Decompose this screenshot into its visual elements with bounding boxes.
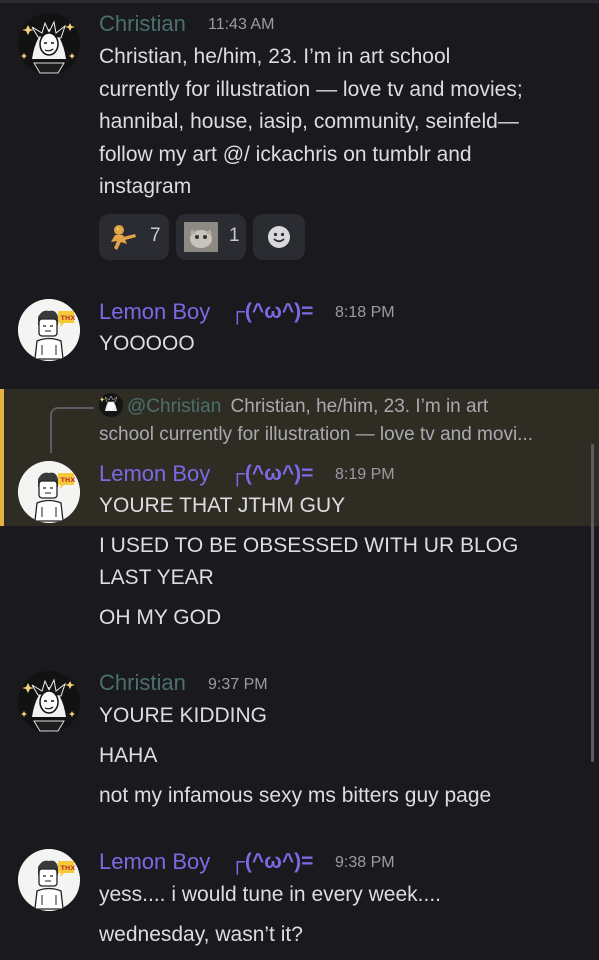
author-name[interactable]: Christian — [99, 11, 186, 37]
lemon-boy-avatar[interactable]: THX — [18, 461, 80, 523]
message-line: HAHA — [99, 744, 158, 767]
cat-face-photo-emoji — [184, 222, 218, 252]
user-tag: ┌(^ω^)= — [230, 850, 314, 873]
slight-smile-emoji: 🙂 — [197, 183, 227, 213]
message-line: YOURE KIDDING — [99, 704, 268, 727]
reply-connector — [50, 407, 94, 453]
timestamp: 8:19 PM — [335, 466, 395, 483]
user-tag: ┌(^ω^)= — [230, 462, 314, 485]
timestamp: 9:38 PM — [335, 854, 395, 871]
message-line-with-emoji: instagram 🙂 — [99, 171, 589, 213]
author-name[interactable]: Christian — [99, 670, 186, 696]
reply-preview-line-2[interactable]: school currently for illustration — love… — [99, 421, 533, 449]
scrollbar[interactable] — [591, 444, 594, 762]
lemon-boy-avatar-drawing: THX — [18, 849, 80, 911]
message-line: Christian, he/him, 23. I’m in art school — [99, 45, 451, 68]
avatar-badge: THX — [61, 476, 76, 484]
author-name[interactable]: Lemon Boy — [99, 849, 210, 875]
reply-avatar — [99, 393, 123, 417]
timestamp: 11:43 AM — [208, 16, 275, 33]
message-line: not my infamous sexy ms bitters guy page — [99, 784, 492, 807]
message-line: follow my art @/ ickachris on tumblr and — [99, 142, 472, 166]
message-line: OH MY GOD — [99, 606, 222, 629]
reply-preview-line[interactable]: @Christian Christian, he/him, 23. I’m in… — [99, 393, 488, 421]
message-line: wednesday, wasn’t it? — [99, 923, 303, 946]
message-text: instagram — [99, 175, 192, 198]
reaction-cat-photo[interactable]: 1 — [176, 214, 246, 260]
mention-highlight-bar — [0, 389, 4, 526]
message-line: yess.... i would tune in every week.... — [99, 883, 441, 906]
user-tag: ┌(^ω^)= — [230, 300, 314, 323]
avatar-badge: THX — [61, 864, 76, 872]
avatar-badge: THX — [61, 314, 76, 322]
message-line: hannibal, house, iasip, community, seinf… — [99, 110, 519, 133]
message-line: currently for illustration — love tv and… — [99, 77, 523, 101]
add-reaction-icon — [268, 226, 290, 248]
lemon-boy-avatar[interactable]: THX — [18, 849, 80, 911]
christian-avatar-drawing — [18, 671, 80, 733]
reaction-count: 7 — [150, 225, 161, 246]
reaction-count: 1 — [229, 225, 240, 246]
timestamp: 8:18 PM — [335, 304, 395, 321]
message-line: I USED TO BE OBSESSED WITH UR BLOG — [99, 534, 519, 557]
message-line: YOOOOO — [99, 332, 195, 355]
christian-avatar[interactable] — [18, 13, 80, 75]
message-line: YOURE THAT JTHM GUY — [99, 494, 346, 517]
reaction-gingerbread[interactable]: 7 — [99, 214, 169, 260]
christian-avatar[interactable] — [18, 671, 80, 733]
author-name[interactable]: Lemon Boy — [99, 299, 210, 325]
author-name[interactable]: Lemon Boy — [99, 461, 210, 487]
add-reaction-button[interactable] — [253, 214, 305, 260]
christian-avatar-drawing — [18, 13, 80, 75]
gingerbread-dancer-emoji — [111, 225, 136, 250]
top-divider — [0, 0, 599, 3]
timestamp: 9:37 PM — [208, 676, 268, 693]
lemon-boy-avatar[interactable]: THX — [18, 299, 80, 361]
lemon-boy-avatar-drawing: THX — [18, 461, 80, 523]
reply-preview-text: Christian, he/him, 23. I’m in art — [230, 396, 489, 417]
lemon-boy-avatar-drawing: THX — [18, 299, 80, 361]
reply-mention[interactable]: @Christian — [127, 396, 221, 417]
message-line: LAST YEAR — [99, 566, 214, 589]
